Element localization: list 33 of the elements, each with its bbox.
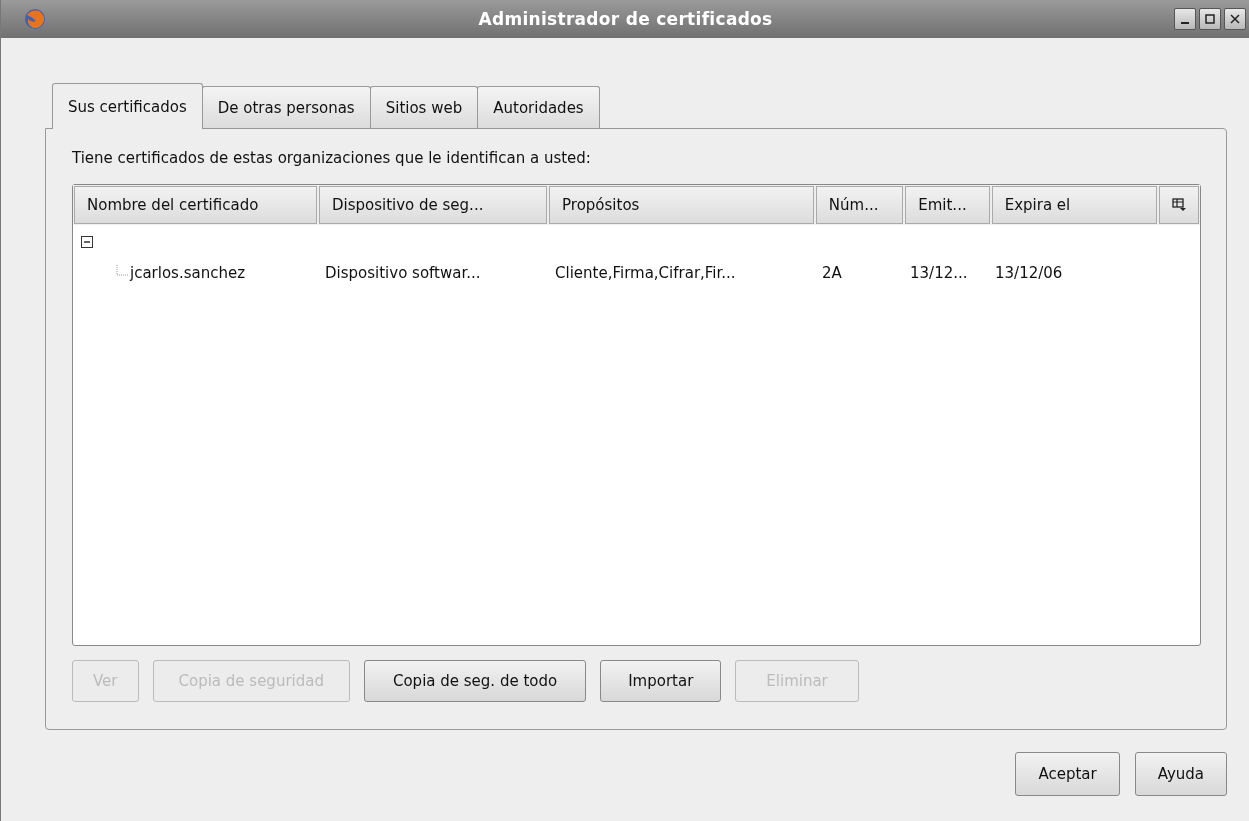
globe-icon [23, 7, 47, 31]
window-title: Administrador de certificados [477, 9, 773, 29]
close-button[interactable] [1224, 8, 1246, 30]
column-picker-icon [1172, 198, 1187, 212]
table-cell: Cliente,Firma,Cifrar,Fir... [555, 264, 736, 282]
dialog-button[interactable]: Aceptar [1015, 752, 1120, 796]
close-icon [1229, 13, 1241, 25]
table-cell: 13/12/06 [995, 264, 1063, 282]
column-header[interactable]: Expira el [991, 186, 1158, 224]
action-button[interactable]: Copia de seg. de todo [363, 660, 587, 702]
column-header[interactable]: Núm... [815, 186, 904, 224]
collapse-icon[interactable] [81, 235, 93, 248]
column-header[interactable]: Nombre del certificado [74, 186, 317, 224]
dialog-button[interactable]: Ayuda [1134, 752, 1227, 796]
minimize-button[interactable] [1174, 8, 1196, 30]
minimize-icon [1181, 22, 1189, 24]
table-cell: 2A [822, 264, 842, 282]
tab[interactable]: De otras personas [201, 86, 371, 128]
column-header[interactable]: Dispositivo de seg... [318, 186, 548, 224]
column-header[interactable]: Propósitos [549, 186, 814, 224]
table-cell: 13/12... [910, 264, 968, 282]
maximize-button[interactable] [1199, 8, 1221, 30]
table-cell: jcarlos.sanchez [130, 264, 246, 282]
maximize-icon [1204, 13, 1216, 25]
table-cell: Dispositivo softwar... [325, 264, 481, 282]
column-header[interactable]: Emit... [905, 186, 990, 224]
tab[interactable]: Sitios web [369, 86, 479, 128]
action-button[interactable]: Importar [600, 660, 722, 702]
column-picker-button[interactable] [1159, 186, 1199, 224]
tab[interactable]: Sus certificados [52, 83, 203, 129]
description-text: Tiene certificados de estas organizaciones que le identifican a usted: [72, 149, 592, 167]
tree-line [115, 265, 129, 279]
tab[interactable]: Autoridades [477, 86, 600, 128]
